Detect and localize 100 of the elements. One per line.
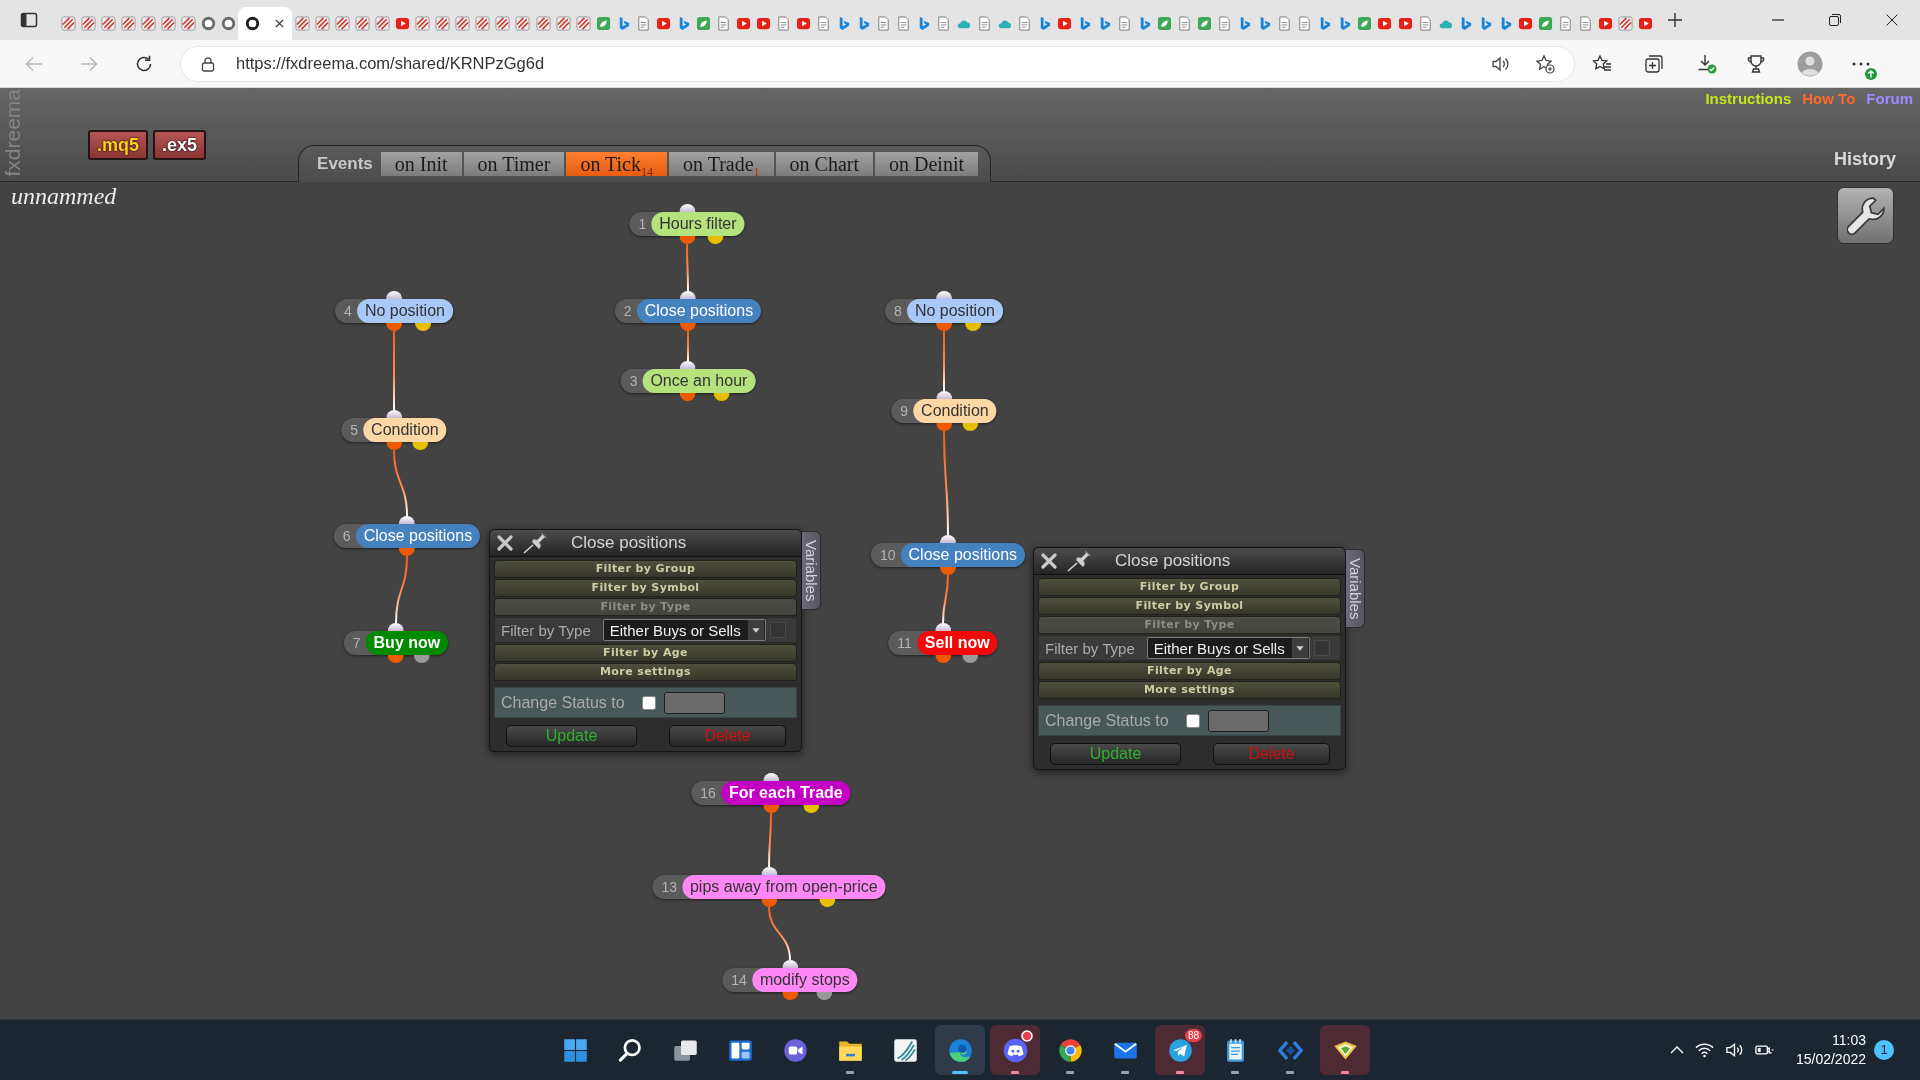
input-port-icon[interactable] [763,773,779,781]
taskbar-app[interactable] [935,1025,985,1075]
input-port-icon[interactable] [936,291,952,299]
clock-date[interactable]: 15/02/2022 [1795,1050,1866,1069]
flow-block[interactable]: 4 No position [335,299,453,323]
input-port-icon[interactable] [936,391,952,399]
input-port-icon[interactable] [679,204,695,212]
section-header[interactable]: Filter by Group [1038,578,1341,596]
output-port-icon[interactable] [802,805,819,813]
volume-icon[interactable] [1724,1042,1744,1058]
taskbar-app[interactable]: 88 [1155,1025,1205,1075]
output-port-icon[interactable] [763,805,779,813]
output-port-icon[interactable] [782,992,798,1000]
output-port-icon[interactable] [761,899,777,907]
checkbox[interactable] [641,695,656,710]
taskbar-app[interactable] [990,1025,1040,1075]
notification-count[interactable]: 1 [1874,1040,1894,1060]
flow-block[interactable]: 11 Sell now [888,631,998,655]
output-port-icon[interactable] [388,655,404,663]
wifi-icon[interactable] [1694,1042,1714,1058]
history-link[interactable]: History [1834,148,1896,170]
output-port-icon[interactable] [399,548,415,556]
clock-time[interactable]: 11:03 [1832,1031,1866,1050]
output-port-icon[interactable] [680,393,696,401]
event-tab[interactable]: on Timer [463,152,565,176]
event-tab[interactable]: on Tick$_{14}$ [566,152,667,176]
output-port-icon[interactable] [935,655,951,663]
output-port-icon[interactable] [386,323,402,331]
type-dropdown[interactable]: Either Buys or Sells [1146,637,1310,659]
section-header[interactable]: Filter by Symbol [1038,597,1341,615]
input-port-icon[interactable] [761,867,777,875]
output-port-icon[interactable] [412,442,429,450]
input-port-icon[interactable] [935,623,951,631]
export-button[interactable]: .mq5 [88,130,148,160]
input-port-icon[interactable] [782,960,798,968]
chevron-up-icon[interactable] [1669,1046,1684,1054]
output-port-icon[interactable] [815,992,832,1000]
event-tab[interactable]: on Deinit [875,152,978,176]
flow-block[interactable]: 6 Close positions [333,524,481,548]
output-port-icon[interactable] [707,236,724,244]
close-icon[interactable] [274,18,286,29]
address-bar[interactable]: https://fxdreema.com/shared/KRNPzGg6d [180,45,1575,82]
panel-button[interactable]: Update [506,725,637,747]
input-port-icon[interactable] [399,516,415,524]
taskbar-app[interactable] [1320,1025,1370,1075]
status-input[interactable] [1207,709,1269,732]
output-port-icon[interactable] [819,899,836,907]
flow-block[interactable]: 8 No position [885,299,1003,323]
section-header[interactable]: Filter by Symbol [494,579,797,597]
browser-tab[interactable] [238,7,293,40]
output-port-icon[interactable] [713,393,730,401]
status-input[interactable] [663,691,725,714]
flow-block[interactable]: 14 modify stops [722,968,858,992]
output-port-icon[interactable] [415,323,432,331]
output-port-icon[interactable] [679,236,695,244]
section-header[interactable]: Filter by Age [494,644,797,662]
pin-icon[interactable] [523,532,549,554]
output-port-icon[interactable] [940,567,956,575]
export-button[interactable]: .ex5 [153,130,207,160]
star-plus-icon[interactable] [1535,53,1555,74]
input-port-icon[interactable] [388,623,404,631]
section-header[interactable]: More settings [494,663,797,681]
flow-block[interactable]: 1 Hours filter [629,212,745,236]
block-number: 1 [637,215,648,234]
section-header[interactable]: Filter by Group [494,560,797,578]
flow-block[interactable]: 7 Buy now [343,631,449,655]
output-port-icon[interactable] [680,323,696,331]
output-port-icon[interactable] [965,323,982,331]
variables-tab[interactable]: Variables [802,531,821,611]
panel-button[interactable]: Update [1050,743,1181,765]
output-port-icon[interactable] [386,442,402,450]
section-header[interactable]: Filter by Age [1038,662,1341,680]
checkbox[interactable] [1185,713,1200,728]
output-port-icon[interactable] [962,423,979,431]
type-dropdown[interactable]: Either Buys or Sells [602,619,766,641]
help-link[interactable]: Instructions [1705,90,1792,108]
input-port-icon[interactable] [386,410,402,418]
event-tab[interactable]: on Trade$_{1}$ [669,152,774,176]
block-label: Sell now [916,631,998,655]
flow-block[interactable]: 9 Condition [891,399,997,423]
variables-tab[interactable]: Variables [1346,549,1365,629]
section-header[interactable]: More settings [1038,681,1341,699]
event-tab[interactable]: on Init [380,152,462,176]
event-tab[interactable]: on Chart [775,152,873,176]
flow-block[interactable]: 13 pips away from open-price [652,875,886,899]
flow-block[interactable]: 3 Once an hour [620,369,756,393]
flow-block[interactable]: 10 Close positions [870,543,1026,567]
input-port-icon[interactable] [940,535,956,543]
input-port-icon[interactable] [386,291,402,299]
flow-block[interactable]: 2 Close positions [614,299,762,323]
input-port-icon[interactable] [680,361,696,369]
settings-button[interactable] [1837,187,1894,244]
output-port-icon[interactable] [936,423,952,431]
output-port-icon[interactable] [936,323,952,331]
output-port-icon[interactable] [962,655,979,663]
output-port-icon[interactable] [414,655,431,663]
input-port-icon[interactable] [680,291,696,299]
pin-icon[interactable] [1067,550,1093,572]
flow-block[interactable]: 5 Condition [341,418,447,442]
flow-block[interactable]: 16 For each Trade [691,781,851,805]
